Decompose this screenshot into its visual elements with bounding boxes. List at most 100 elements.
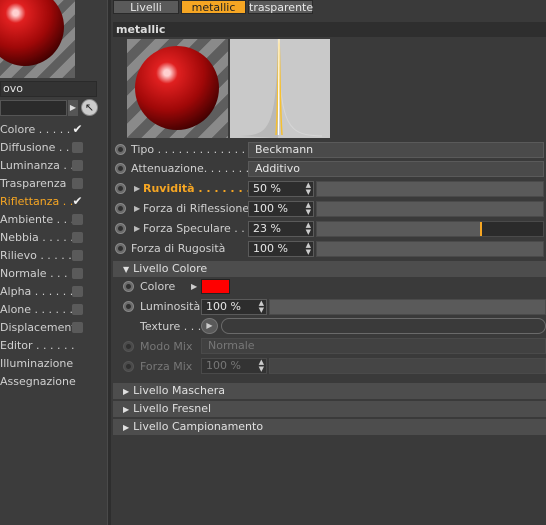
channel-item[interactable]: Riflettanza . . ✔ [0, 193, 107, 211]
animate-radio[interactable] [115, 223, 126, 234]
slider-fill [482, 222, 543, 236]
checkmark-icon[interactable]: ✔ [72, 123, 83, 135]
spinner-icon[interactable]: ▲ ▼ [306, 182, 311, 196]
tab-trasparente[interactable]: trasparente [248, 0, 313, 14]
channel-item[interactable]: Editor . . . . . . [0, 337, 107, 355]
attenuazione-dropdown[interactable]: Additivo [248, 161, 544, 177]
spinner-icon[interactable]: ▲ ▼ [306, 242, 311, 256]
cursor-pick-icon[interactable]: ↖ [81, 99, 98, 116]
channel-item[interactable]: Rilievo . . . . . [0, 247, 107, 265]
color-swatch[interactable] [201, 279, 230, 294]
ruvidita-slider[interactable] [316, 181, 544, 197]
material-preview-thumbnail[interactable] [0, 0, 75, 78]
channel-item[interactable]: Nebbia . . . . . [0, 229, 107, 247]
spinner-icon[interactable]: ▲ ▼ [259, 300, 264, 314]
channel-label: Editor . . . . . . [0, 339, 75, 352]
livello-colore-header[interactable]: ▼ Livello Colore [113, 261, 546, 277]
material-name-field[interactable]: ovo [0, 81, 97, 97]
expand-arrow-icon[interactable]: ▶ [134, 220, 140, 238]
arrow-right-icon[interactable]: ▶ [68, 100, 78, 116]
livello-fresnel-header[interactable]: ▶ Livello Fresnel [113, 401, 546, 417]
channel-label: Alpha . . . . . . [0, 285, 74, 298]
layer-preview-sphere [127, 39, 228, 138]
channel-checkbox[interactable] [72, 178, 83, 189]
channel-label: Luminanza . . [0, 159, 74, 172]
forza-speculare-input[interactable]: 23 % ▲ ▼ [248, 221, 314, 237]
tipo-label: Tipo . . . . . . . . . . . . . . . [131, 143, 260, 156]
spinner-icon[interactable]: ▲ ▼ [306, 222, 311, 236]
channel-item[interactable]: Displacement [0, 319, 107, 337]
channel-item[interactable]: Alpha . . . . . . [0, 283, 107, 301]
colore-label: Colore [140, 280, 176, 293]
forza-mix-label: Forza Mix [140, 360, 193, 373]
texture-menu-button[interactable]: ▶ [201, 318, 218, 334]
tipo-row: Tipo . . . . . . . . . . . . . . . Beckm… [113, 141, 546, 159]
channel-checkbox[interactable] [72, 160, 83, 171]
channel-item[interactable]: Illuminazione [0, 355, 107, 373]
channel-checkbox[interactable] [72, 268, 83, 279]
material-search-field[interactable] [0, 100, 67, 116]
ruvidita-input[interactable]: 50 % ▲ ▼ [248, 181, 314, 197]
luminosita-input[interactable]: 100 % ▲ ▼ [201, 299, 267, 315]
chevron-right-icon: ▶ [123, 423, 130, 432]
animate-radio[interactable] [115, 144, 126, 155]
animate-radio[interactable] [115, 163, 126, 174]
expand-arrow-icon[interactable]: ▶ [134, 180, 140, 198]
channel-checkbox[interactable] [72, 250, 83, 261]
animate-radio[interactable] [123, 281, 134, 292]
checkmark-icon[interactable]: ✔ [72, 195, 83, 207]
attenuazione-row: Attenuazione. . . . . . . Additivo [113, 160, 546, 178]
livello-campionamento-header[interactable]: ▶ Livello Campionamento [113, 419, 546, 435]
animate-radio[interactable] [115, 203, 126, 214]
channel-checkbox[interactable] [72, 232, 83, 243]
channel-item[interactable]: Luminanza . . [0, 157, 107, 175]
animate-radio[interactable] [115, 183, 126, 194]
channel-checkbox[interactable] [72, 322, 83, 333]
modo-mix-dropdown: Normale [201, 338, 546, 354]
forza-rugosita-input[interactable]: 100 % ▲ ▼ [248, 241, 314, 257]
tipo-dropdown[interactable]: Beckmann [248, 142, 544, 158]
texture-field[interactable] [221, 318, 546, 334]
tab-livelli[interactable]: Livelli [113, 0, 179, 14]
preview-sphere-icon [135, 46, 219, 130]
livello-maschera-header[interactable]: ▶ Livello Maschera [113, 383, 546, 399]
tab-metallic[interactable]: metallic [181, 0, 246, 14]
channel-label: Ambiente . . . [0, 213, 75, 226]
animate-radio[interactable] [123, 301, 134, 312]
channel-item[interactable]: Assegnazione [0, 373, 107, 391]
channel-label: Alone . . . . . . [0, 303, 74, 316]
forza-rugosita-slider[interactable] [316, 241, 544, 257]
expand-arrow-icon[interactable]: ▶ [134, 200, 140, 218]
channel-checkbox[interactable] [72, 142, 83, 153]
slider-handle[interactable] [480, 222, 482, 236]
channel-item[interactable]: Colore . . . . . ✔ [0, 121, 107, 139]
channel-item[interactable]: Trasparenza [0, 175, 107, 193]
channel-label: Normale . . . . [0, 267, 75, 280]
channel-item[interactable]: Normale . . . . [0, 265, 107, 283]
attenuazione-label: Attenuazione. . . . . . . [131, 162, 250, 175]
forza-speculare-label: Forza Speculare . . . [143, 222, 252, 235]
channel-item[interactable]: Alone . . . . . . [0, 301, 107, 319]
channel-checkbox[interactable] [72, 304, 83, 315]
channel-item[interactable]: Ambiente . . . [0, 211, 107, 229]
layer-title: metallic [113, 22, 546, 37]
forza-speculare-row: ▶ Forza Speculare . . . 23 % ▲ ▼ [113, 220, 546, 238]
forza-riflessione-input[interactable]: 100 % ▲ ▼ [248, 201, 314, 217]
channel-checkbox[interactable] [72, 214, 83, 225]
channel-label: Displacement [0, 321, 76, 334]
forza-riflessione-slider[interactable] [316, 201, 544, 217]
expand-arrow-icon[interactable]: ▶ [191, 279, 197, 294]
brdf-graph [230, 39, 330, 138]
luminosita-slider[interactable] [269, 299, 546, 315]
forza-riflessione-row: ▶ Forza di Riflessione 100 % ▲ ▼ [113, 200, 546, 218]
animate-radio [123, 361, 134, 372]
spinner-icon[interactable]: ▲ ▼ [306, 202, 311, 216]
channel-checkbox[interactable] [72, 286, 83, 297]
animate-radio[interactable] [115, 243, 126, 254]
ruvidita-value: 50 % [253, 182, 281, 195]
channel-item[interactable]: Diffusione . . [0, 139, 107, 157]
forza-rugosita-value: 100 % [253, 242, 288, 255]
forza-speculare-slider[interactable] [316, 221, 544, 237]
section-title: Livello Campionamento [133, 420, 264, 433]
luminosita-label: Luminosità [140, 300, 201, 313]
